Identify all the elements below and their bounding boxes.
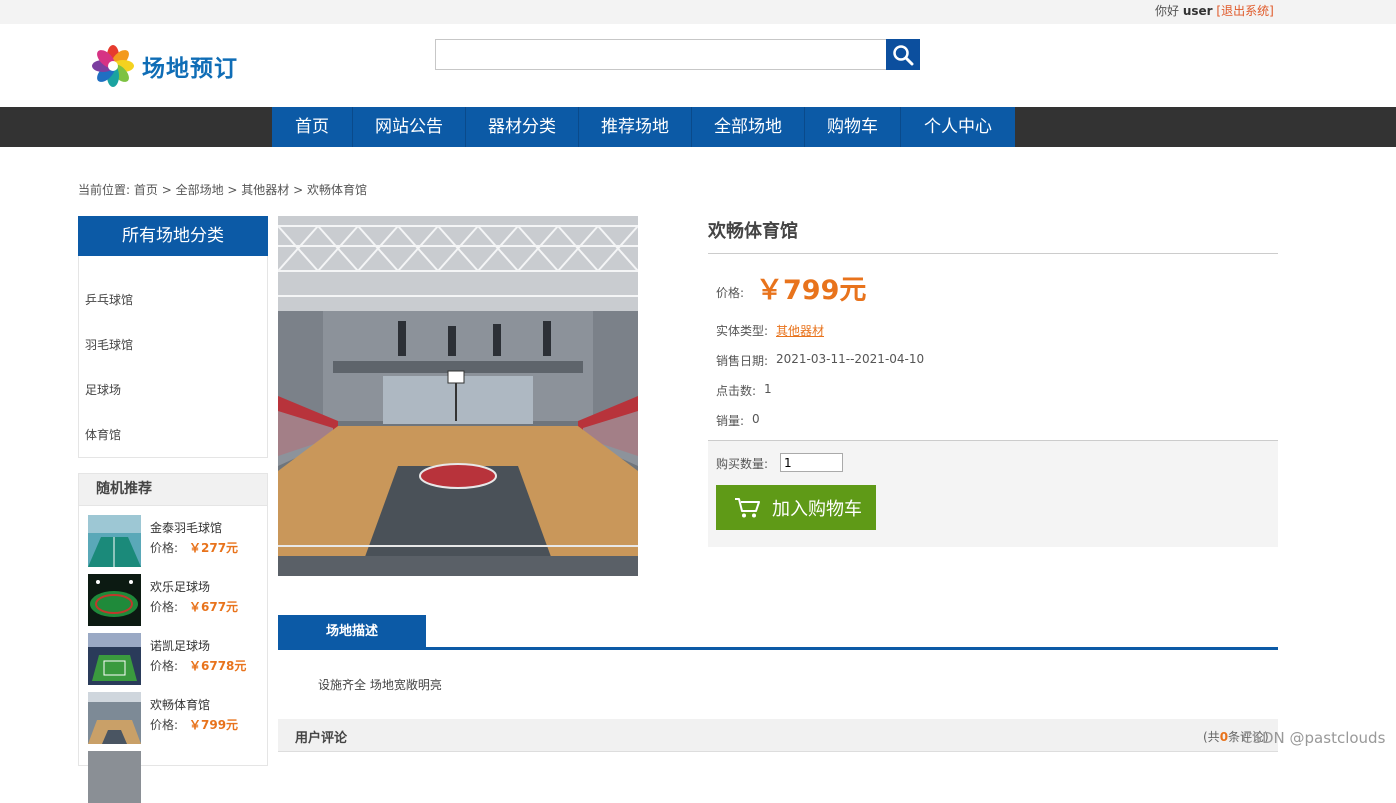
recommend-item[interactable]	[88, 751, 264, 803]
recommend-name: 诺凯足球场	[150, 639, 211, 653]
type-link[interactable]: 其他器材	[776, 322, 824, 339]
reviews-count-number: 0	[1219, 730, 1229, 744]
breadcrumb-other-equipment[interactable]: 其他器材	[241, 183, 289, 197]
breadcrumb-separator: >	[223, 183, 242, 197]
recommend-item[interactable]: 欢乐足球场 价格: ￥677元	[88, 574, 264, 626]
clicks-value: 1	[764, 382, 772, 396]
recommend-item[interactable]: 金泰羽毛球馆 价格: ￥277元	[88, 515, 264, 567]
top-bar: 你好 user [退出系统]	[0, 0, 1396, 24]
csdn-watermark: CSDN @pastclouds	[1242, 729, 1386, 747]
recommend-price-label: 价格:	[150, 600, 179, 614]
recommend-price: ￥277元	[189, 541, 239, 555]
breadcrumb-current: 欢畅体育馆	[306, 183, 367, 197]
recommend-thumbnail	[88, 515, 141, 567]
breadcrumb-separator: >	[289, 183, 307, 197]
greeting-text: 你好	[1155, 4, 1180, 18]
recommend-panel-title: 随机推荐	[78, 473, 268, 506]
description-divider	[278, 647, 1278, 650]
recommend-thumbnail	[88, 692, 141, 744]
type-label: 实体类型:	[716, 324, 769, 338]
recommend-name: 欢畅体育馆	[150, 698, 211, 712]
nav-profile[interactable]: 个人中心	[901, 107, 1015, 147]
main-nav: 首页 网站公告 器材分类 推荐场地 全部场地 购物车 个人中心	[272, 107, 1015, 147]
venue-title: 欢畅体育馆	[708, 221, 798, 242]
category-item[interactable]: 足球场	[85, 381, 121, 398]
breadcrumb-all-venues[interactable]: 全部场地	[176, 183, 224, 197]
clicks-label: 点击数:	[716, 384, 757, 398]
recommend-thumbnail	[88, 574, 141, 626]
brand-name: 场地预订	[142, 56, 238, 82]
add-to-cart-label: 加入购物车	[772, 498, 862, 520]
quantity-input[interactable]	[780, 453, 843, 472]
site-logo[interactable]: 场地预订	[90, 43, 238, 89]
breadcrumb-separator: >	[157, 183, 176, 197]
recommend-item[interactable]: 诺凯足球场 价格: ￥6778元	[88, 633, 264, 685]
colorful-flower-logo-icon	[92, 45, 134, 87]
category-list: 乒乓球馆 羽毛球馆 足球场 体育馆	[78, 256, 268, 458]
sales-value: 0	[752, 412, 760, 426]
recommend-list: 金泰羽毛球馆 价格: ￥277元 欢乐足球场 价格: ￥677元 诺凯足球场 价…	[78, 506, 268, 803]
recommend-name: 金泰羽毛球馆	[150, 521, 223, 535]
add-to-cart-button[interactable]: 加入购物车	[716, 485, 876, 530]
nav-recommended[interactable]: 推荐场地	[579, 107, 692, 147]
breadcrumb-prefix: 当前位置:	[78, 183, 134, 197]
title-divider	[708, 253, 1278, 254]
recommend-price-label: 价格:	[150, 659, 179, 673]
recommend-thumbnail	[88, 633, 141, 685]
recommend-item[interactable]: 欢畅体育馆 价格: ￥799元	[88, 692, 264, 744]
recommend-price: ￥799元	[189, 718, 239, 732]
recommend-name: 欢乐足球场	[150, 580, 211, 594]
nav-cart[interactable]: 购物车	[805, 107, 901, 147]
category-panel-title: 所有场地分类	[78, 216, 268, 256]
nav-all-venues[interactable]: 全部场地	[692, 107, 805, 147]
venue-photo	[278, 216, 638, 576]
price-label: 价格:	[716, 286, 745, 300]
user-greeting: 你好 user [退出系统]	[1155, 2, 1274, 19]
date-label: 销售日期:	[716, 354, 769, 368]
recommend-price: ￥6778元	[189, 659, 247, 673]
search-button[interactable]	[886, 39, 920, 70]
username: user	[1182, 4, 1213, 18]
tab-description[interactable]: 场地描述	[278, 615, 426, 648]
reviews-count-prefix: (共	[1203, 730, 1220, 744]
recommend-price: ￥677元	[189, 600, 239, 614]
category-item[interactable]: 羽毛球馆	[85, 336, 133, 353]
venue-price: ￥799元	[756, 275, 867, 306]
sales-label: 销量:	[716, 414, 745, 428]
recommend-price-label: 价格:	[150, 541, 179, 555]
nav-equipment-categories[interactable]: 器材分类	[466, 107, 579, 147]
breadcrumb-home[interactable]: 首页	[134, 183, 158, 197]
nav-announcements[interactable]: 网站公告	[353, 107, 466, 147]
main-nav-bar: 首页 网站公告 器材分类 推荐场地 全部场地 购物车 个人中心	[0, 107, 1396, 147]
nav-home[interactable]: 首页	[272, 107, 353, 147]
category-item[interactable]: 体育馆	[85, 426, 121, 443]
category-item[interactable]: 乒乓球馆	[85, 291, 133, 308]
recommend-thumbnail	[88, 751, 141, 803]
reviews-header: 用户评论 (共0条评论)	[278, 719, 1278, 752]
recommend-price-label: 价格:	[150, 718, 179, 732]
logout-link[interactable]: [退出系统]	[1216, 4, 1273, 18]
shopping-cart-icon	[735, 497, 760, 517]
reviews-title: 用户评论	[295, 731, 348, 746]
quantity-label: 购买数量:	[716, 457, 769, 471]
search-icon	[893, 44, 914, 65]
description-text: 设施齐全 场地宽敞明亮	[318, 678, 442, 692]
breadcrumb: 当前位置: 首页 > 全部场地 > 其他器材 > 欢畅体育馆	[78, 181, 367, 198]
search-input[interactable]	[435, 39, 887, 70]
date-value: 2021-03-11--2021-04-10	[776, 352, 925, 366]
